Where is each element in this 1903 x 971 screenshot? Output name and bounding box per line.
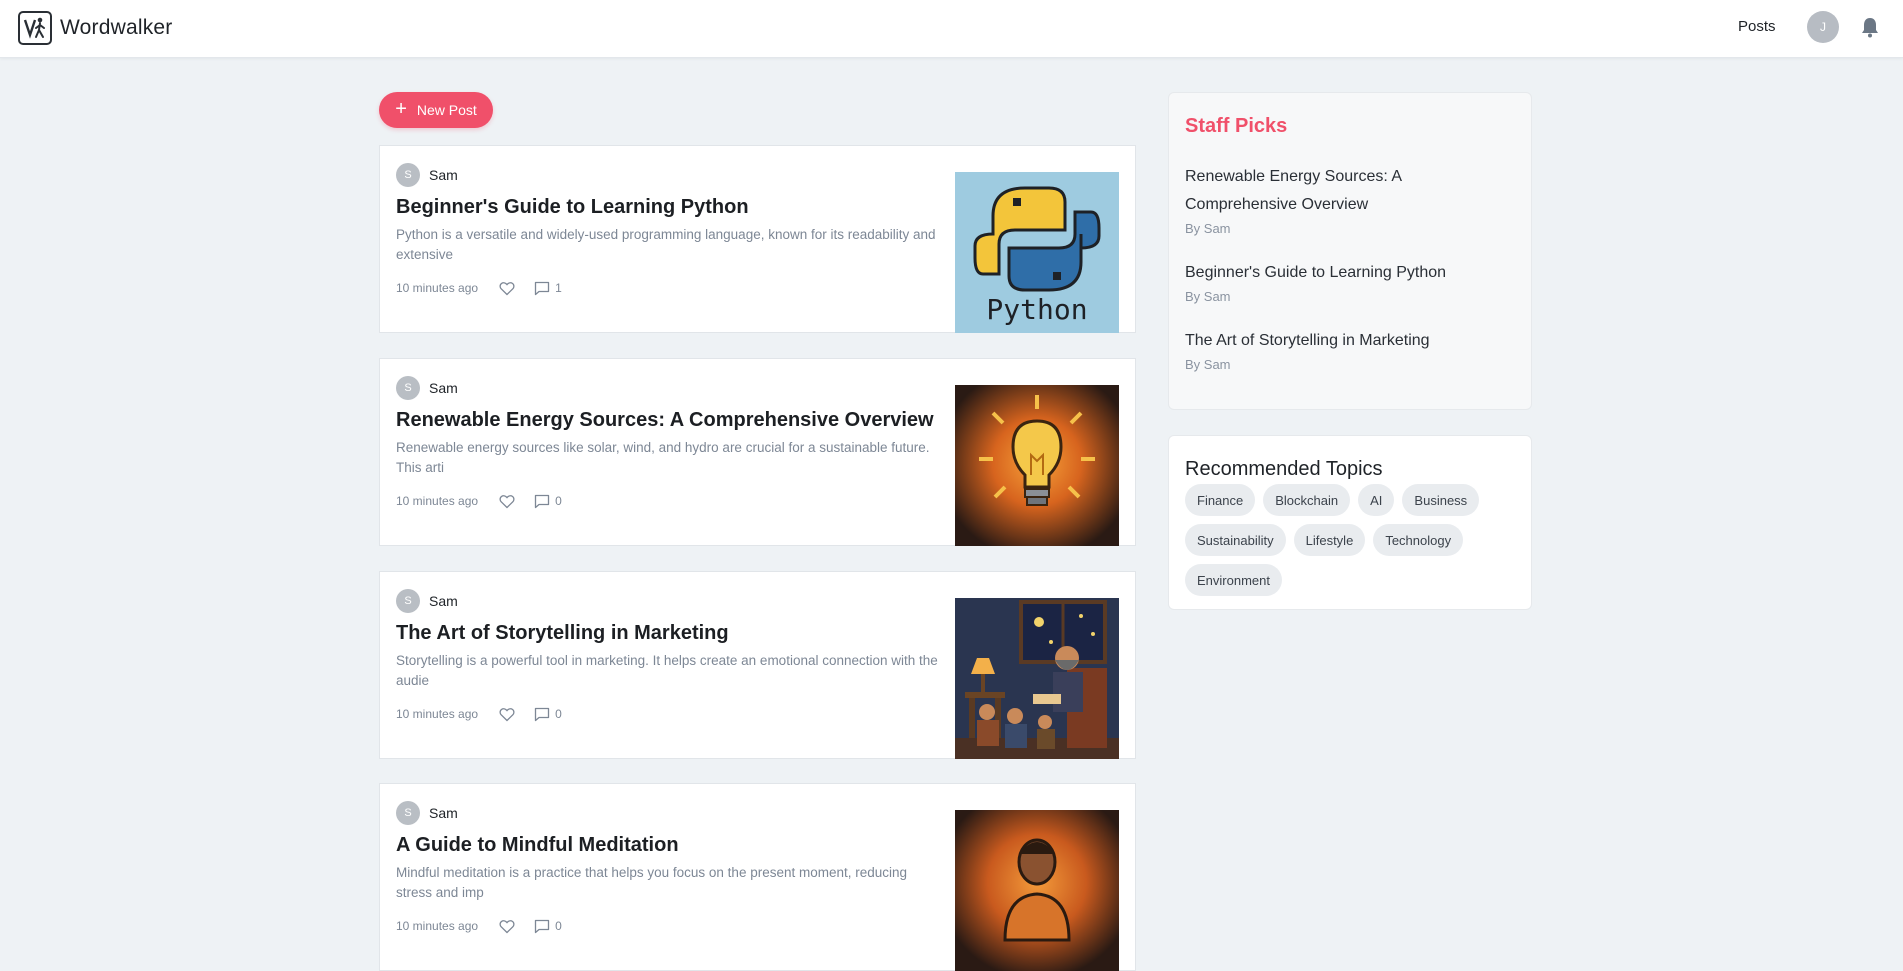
walker-logo-icon — [18, 11, 52, 45]
author-name: Sam — [429, 167, 458, 183]
post-title[interactable]: The Art of Storytelling in Marketing — [396, 622, 956, 645]
top-navigation-bar: Wordwalker Posts J — [0, 0, 1903, 58]
lightbulb-thumbnail[interactable] — [955, 385, 1119, 546]
comment-icon — [534, 494, 550, 508]
python-logo-thumbnail[interactable]: Python — [955, 172, 1119, 333]
topic-chip[interactable]: Blockchain — [1263, 484, 1351, 516]
comment-count: 1 — [555, 281, 562, 295]
post-time: 10 minutes ago — [396, 707, 479, 721]
user-avatar[interactable]: J — [1807, 11, 1839, 43]
post-author[interactable]: S Sam — [396, 801, 458, 825]
topic-chip[interactable]: Technology — [1373, 524, 1464, 556]
new-post-button[interactable]: + New Post — [379, 92, 493, 128]
post-meta: 10 minutes ago 1 — [396, 279, 562, 297]
topic-chip[interactable]: Sustainability — [1185, 524, 1286, 556]
post-time: 10 minutes ago — [396, 919, 479, 933]
nav-posts-link[interactable]: Posts — [1738, 18, 1776, 35]
author-name: Sam — [429, 380, 458, 396]
author-name: Sam — [429, 805, 458, 821]
thumb-caption: Python — [986, 293, 1087, 326]
post-card[interactable]: S Sam Beginner's Guide to Learning Pytho… — [379, 145, 1136, 333]
topic-chip[interactable]: AI — [1358, 484, 1395, 516]
new-post-label: New Post — [416, 102, 477, 118]
plus-icon: + — [395, 98, 407, 120]
brand-name: Wordwalker — [60, 16, 173, 39]
storytelling-thumbnail[interactable] — [955, 598, 1119, 759]
staff-picks-panel: Staff Picks Renewable Energy Sources: A … — [1168, 92, 1532, 410]
post-excerpt: Renewable energy sources like solar, win… — [396, 440, 930, 475]
comment-icon — [534, 281, 550, 295]
author-avatar: S — [396, 163, 420, 187]
staff-pick-title[interactable]: Renewable Energy Sources: A Comprehensiv… — [1185, 163, 1515, 219]
comment-button[interactable]: 0 — [534, 919, 562, 934]
heart-icon[interactable] — [498, 917, 516, 935]
post-meta: 10 minutes ago 0 — [396, 492, 562, 510]
heart-icon[interactable] — [498, 279, 516, 297]
post-title[interactable]: A Guide to Mindful Meditation — [396, 834, 956, 857]
staff-pick-item[interactable]: Renewable Energy Sources: A Comprehensiv… — [1185, 163, 1515, 236]
post-card[interactable]: S Sam A Guide to Mindful Meditation Mind… — [379, 783, 1136, 971]
comment-count: 0 — [555, 919, 562, 933]
post-author[interactable]: S Sam — [396, 376, 458, 400]
author-avatar: S — [396, 801, 420, 825]
comment-button[interactable]: 0 — [534, 494, 562, 509]
post-card[interactable]: S Sam Renewable Energy Sources: A Compre… — [379, 358, 1136, 546]
post-card[interactable]: S Sam The Art of Storytelling in Marketi… — [379, 571, 1136, 759]
comment-button[interactable]: 0 — [534, 707, 562, 722]
topic-list: Finance Blockchain AI Business Sustainab… — [1185, 484, 1525, 596]
author-avatar: S — [396, 376, 420, 400]
post-time: 10 minutes ago — [396, 281, 479, 295]
post-title[interactable]: Beginner's Guide to Learning Python — [396, 196, 956, 219]
post-author[interactable]: S Sam — [396, 163, 458, 187]
post-meta: 10 minutes ago 0 — [396, 705, 562, 723]
staff-pick-author: By Sam — [1185, 289, 1231, 304]
comment-icon — [534, 707, 550, 721]
topic-chip[interactable]: Lifestyle — [1293, 524, 1366, 556]
post-title[interactable]: Renewable Energy Sources: A Comprehensiv… — [396, 409, 956, 432]
meditation-thumbnail[interactable] — [955, 810, 1119, 971]
post-meta: 10 minutes ago 0 — [396, 917, 562, 935]
notification-bell-icon[interactable] — [1860, 16, 1880, 38]
brand-home-link[interactable]: Wordwalker — [18, 11, 172, 45]
post-time: 10 minutes ago — [396, 494, 479, 508]
author-avatar: S — [396, 589, 420, 613]
topic-chip[interactable]: Environment — [1185, 564, 1282, 596]
staff-pick-item[interactable]: Beginner's Guide to Learning Python By S… — [1185, 259, 1515, 304]
heart-icon[interactable] — [498, 492, 516, 510]
post-excerpt: Python is a versatile and widely-used pr… — [396, 227, 936, 262]
recommended-topics-title: Recommended Topics — [1185, 458, 1383, 480]
staff-pick-author: By Sam — [1185, 221, 1231, 236]
post-excerpt: Mindful meditation is a practice that he… — [396, 865, 908, 900]
comment-icon — [534, 919, 550, 933]
comment-count: 0 — [555, 707, 562, 721]
staff-pick-title[interactable]: Beginner's Guide to Learning Python — [1185, 259, 1515, 287]
post-author[interactable]: S Sam — [396, 589, 458, 613]
post-excerpt: Storytelling is a powerful tool in marke… — [396, 653, 938, 688]
topic-chip[interactable]: Finance — [1185, 484, 1256, 516]
staff-picks-title: Staff Picks — [1185, 115, 1288, 137]
topic-chip[interactable]: Business — [1402, 484, 1480, 516]
staff-pick-title[interactable]: The Art of Storytelling in Marketing — [1185, 327, 1515, 355]
author-name: Sam — [429, 593, 458, 609]
comment-button[interactable]: 1 — [534, 281, 562, 296]
staff-pick-author: By Sam — [1185, 357, 1231, 372]
comment-count: 0 — [555, 494, 562, 508]
staff-pick-item[interactable]: The Art of Storytelling in Marketing By … — [1185, 327, 1515, 372]
recommended-topics-panel: Recommended Topics Finance Blockchain AI… — [1168, 435, 1532, 610]
heart-icon[interactable] — [498, 705, 516, 723]
